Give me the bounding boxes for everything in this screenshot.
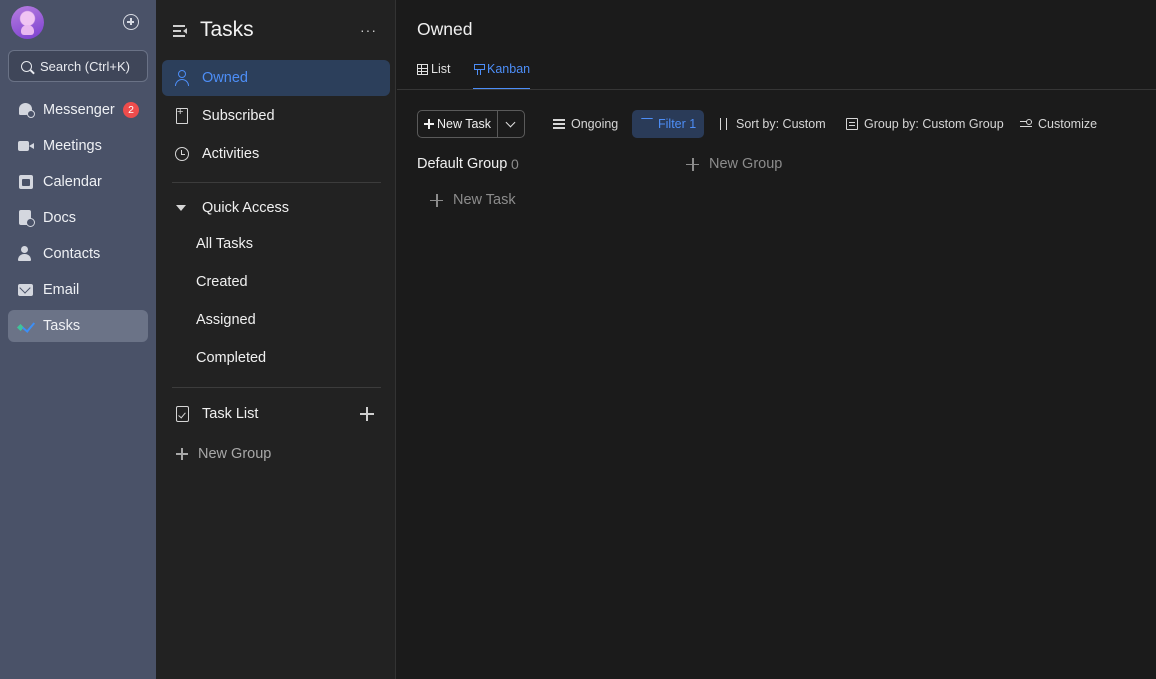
tab-kanban[interactable]: Kanban (473, 62, 531, 90)
group-count: 0 (511, 156, 519, 172)
sidebar-title: Tasks (200, 18, 254, 41)
sidebar-item-label: Assigned (196, 312, 256, 328)
plus-icon (424, 119, 435, 129)
sort-button[interactable]: Sort by: Custom (710, 110, 834, 138)
filter-label: Filter 1 (658, 117, 697, 131)
collapse-sidebar-icon[interactable] (173, 23, 189, 39)
video-camera-icon (18, 138, 34, 154)
tab-label: List (431, 62, 451, 76)
contacts-icon (18, 246, 34, 262)
sidebar-item-label: Task List (202, 406, 259, 422)
board-new-task-button[interactable]: New Task (430, 192, 516, 208)
bookmark-icon (174, 106, 190, 124)
sidebar-item-activities[interactable]: Activities (162, 136, 390, 172)
rail-item-label: Contacts (43, 246, 101, 262)
board-new-group-button[interactable]: New Group (686, 156, 782, 172)
new-task-button[interactable]: New Task (418, 111, 498, 137)
tabs-divider (397, 89, 1156, 90)
sidebar-item-label: Owned (202, 70, 248, 86)
email-icon (18, 282, 34, 298)
plus-icon (430, 193, 443, 207)
plus-icon (176, 448, 188, 460)
calendar-icon (18, 174, 34, 190)
sidebar-item-created[interactable]: Created (162, 264, 390, 300)
add-circle-icon[interactable] (123, 14, 139, 30)
add-task-list-icon[interactable] (360, 407, 374, 421)
plus-icon (686, 157, 699, 171)
sidebar-item-label: Completed (196, 350, 267, 366)
rail-item-tasks[interactable]: Tasks (8, 310, 148, 342)
app-rail: Search (Ctrl+K) Messenger 2 Meetings Cal… (0, 0, 156, 679)
more-options-icon[interactable]: ··· (360, 22, 378, 38)
sidebar-item-owned[interactable]: Owned (162, 60, 390, 96)
search-label: Search (Ctrl+K) (40, 58, 130, 74)
sidebar-item-label: All Tasks (196, 236, 253, 252)
sidebar-item-label: Activities (202, 146, 260, 162)
main-panel: Owned List Kanban New Task Ongoing Filte… (397, 0, 1156, 679)
new-group-label: New Group (198, 446, 272, 462)
docs-icon (18, 210, 35, 227)
rail-item-label: Calendar (43, 174, 102, 190)
caret-down-icon (174, 200, 190, 216)
quick-access-label: Quick Access (202, 200, 290, 216)
rail-item-messenger[interactable]: Messenger 2 (8, 94, 148, 126)
messenger-icon (18, 102, 35, 118)
new-group-label: New Group (709, 156, 783, 172)
new-task-label: New Task (437, 117, 491, 131)
rail-item-docs[interactable]: Docs (8, 202, 148, 234)
group-label: Group by: Custom Group (864, 117, 1004, 131)
rail-item-email[interactable]: Email (8, 274, 148, 306)
sidebar-new-group-button[interactable]: New Group (176, 446, 271, 462)
rail-item-contacts[interactable]: Contacts (8, 238, 148, 270)
new-task-label: New Task (453, 192, 516, 208)
chevron-down-icon[interactable] (498, 111, 524, 137)
group-title: Default Group (417, 156, 508, 172)
tasks-sidebar: Tasks ··· Owned Subscribed Activities Qu… (156, 0, 396, 679)
filter-button[interactable]: Filter 1 (632, 110, 705, 138)
rail-item-label: Meetings (43, 138, 102, 154)
kanban-icon (473, 64, 485, 75)
page-title: Owned (417, 19, 473, 39)
group-icon (846, 118, 858, 130)
customize-label: Customize (1038, 117, 1098, 131)
sidebar-item-label: Subscribed (202, 108, 275, 124)
sidebar-divider (172, 182, 381, 183)
sidebar-item-label: Created (196, 274, 248, 290)
sidebar-item-all-tasks[interactable]: All Tasks (162, 226, 390, 262)
history-icon (174, 146, 190, 162)
sidebar-item-subscribed[interactable]: Subscribed (162, 98, 390, 134)
new-task-split-button: New Task (417, 110, 525, 138)
quick-access-toggle[interactable]: Quick Access (162, 190, 390, 226)
rail-item-label: Messenger (43, 102, 115, 118)
sort-icon (718, 118, 730, 130)
sliders-icon (1020, 118, 1032, 130)
customize-button[interactable]: Customize (1012, 110, 1105, 138)
sidebar-item-task-list[interactable]: Task List (162, 396, 352, 432)
rail-item-label: Docs (43, 210, 77, 226)
rail-item-label: Email (43, 282, 80, 298)
user-avatar[interactable] (11, 6, 44, 39)
sidebar-item-completed[interactable]: Completed (162, 340, 390, 376)
tasks-icon (18, 318, 34, 334)
sort-label: Sort by: Custom (736, 117, 826, 131)
sidebar-item-assigned[interactable]: Assigned (162, 302, 390, 338)
rail-item-label: Tasks (43, 318, 81, 334)
search-icon (21, 60, 32, 72)
task-list-icon (174, 406, 190, 422)
unread-badge: 2 (123, 102, 139, 118)
checklist-icon (553, 118, 565, 130)
rail-item-calendar[interactable]: Calendar (8, 166, 148, 198)
search-button[interactable]: Search (Ctrl+K) (8, 50, 148, 82)
group-by-button[interactable]: Group by: Custom Group (838, 110, 1012, 138)
rail-item-meetings[interactable]: Meetings (8, 130, 148, 162)
person-icon (174, 70, 190, 86)
funnel-icon (640, 118, 652, 130)
ongoing-button[interactable]: Ongoing (545, 110, 626, 138)
tab-list[interactable]: List (417, 62, 450, 90)
tab-label: Kanban (487, 62, 531, 76)
ongoing-label: Ongoing (571, 117, 619, 131)
sidebar-divider (172, 387, 381, 388)
table-icon (417, 64, 428, 75)
